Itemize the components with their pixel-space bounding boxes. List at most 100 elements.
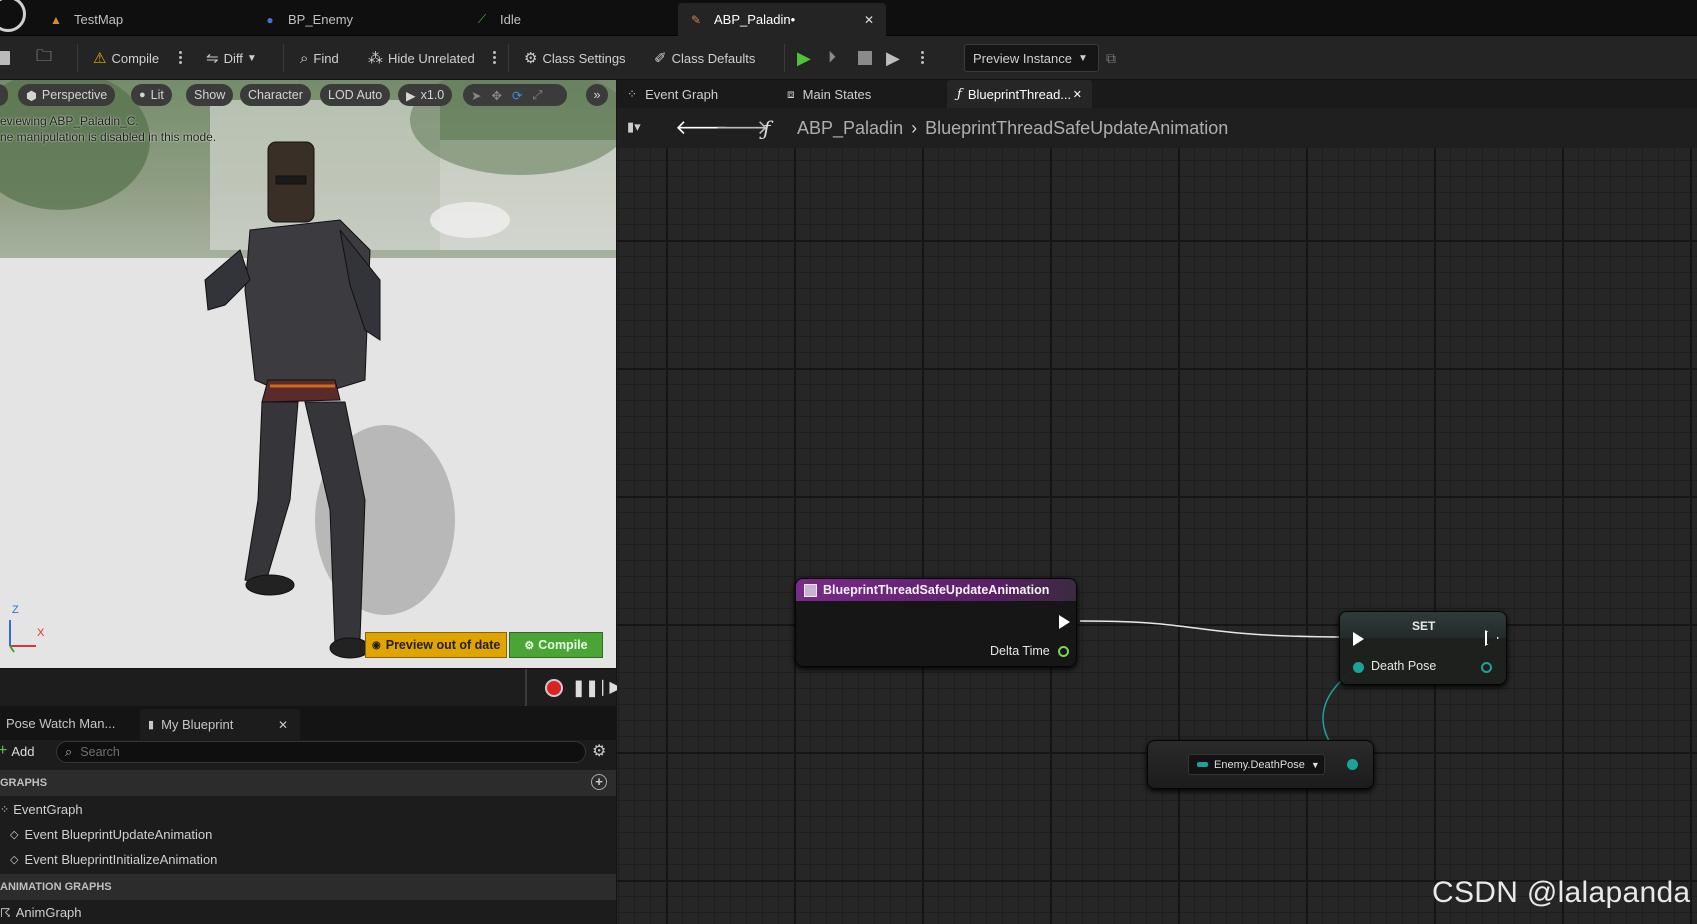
close-tab-icon[interactable]: ✕: [864, 13, 874, 27]
tab-main-states[interactable]: ⧈ Main States: [787, 80, 871, 108]
tab-pose-watch-label: Pose Watch Man...: [6, 715, 116, 731]
tree-item-update-animation[interactable]: ◇ Event BlueprintUpdateAnimation: [10, 827, 212, 842]
divider: [283, 44, 284, 72]
play-options-button[interactable]: ▶: [886, 44, 900, 72]
tab-bp-enemy[interactable]: ● BP_Enemy: [262, 3, 353, 36]
breadcrumb-root[interactable]: ABP_Paladin: [797, 118, 903, 139]
preview-out-of-date-label: Preview out of date: [385, 638, 501, 652]
tab-label: BP_Enemy: [288, 12, 354, 27]
exec-out-pin[interactable]: [1059, 615, 1070, 629]
compile-options-icon[interactable]: [177, 49, 183, 66]
perspective-button[interactable]: ⬢ Perspective: [18, 84, 116, 106]
step-button[interactable]: ⏵: [828, 44, 836, 72]
class-defaults-button[interactable]: ✐ Class Defaults: [654, 44, 755, 72]
hide-unrelated-label: Hide Unrelated: [388, 50, 475, 66]
class-settings-button[interactable]: ⚙ Class Settings: [524, 44, 626, 72]
axis-z-label: Z: [12, 604, 19, 616]
compile-gear-icon: ⚙: [524, 639, 535, 652]
death-pose-in-pin[interactable]: [1353, 662, 1364, 673]
play-menu-icon[interactable]: [919, 49, 925, 66]
graphs-section-header[interactable]: GRAPHS +: [0, 770, 616, 796]
expand-toolbar-icon[interactable]: »: [586, 84, 608, 106]
preview-viewport[interactable]: ⬢ Perspective ● Lit Show Character LOD A…: [0, 80, 616, 668]
property-access-node[interactable]: Enemy.DeathPose ▼: [1147, 740, 1374, 789]
tree-item-initialize-animation[interactable]: ◇ Event BlueprintInitializeAnimation: [10, 852, 217, 867]
viewport-info-line-2: ne manipulation is disabled in this mode…: [0, 130, 217, 144]
tab-pose-watch[interactable]: Pose Watch Man...: [6, 709, 115, 737]
level-icon: ▲: [50, 12, 62, 27]
animation-graphs-section-header[interactable]: ANIMATION GRAPHS: [0, 874, 616, 900]
preview-instance-dropdown[interactable]: Preview Instance ▼: [964, 44, 1099, 72]
select-tool-icon[interactable]: ➤: [471, 88, 481, 103]
debug-object-icon[interactable]: ⧉: [1106, 44, 1116, 72]
set-variable-node[interactable]: SET Death Pose: [1339, 611, 1507, 685]
forward-arrow-icon[interactable]: 🡒: [715, 115, 769, 140]
hide-unrelated-button[interactable]: ⁂ Hide Unrelated: [368, 44, 475, 72]
add-graph-icon[interactable]: +: [591, 774, 607, 790]
timeline-scrub-area[interactable]: [0, 669, 527, 706]
bookmark-icon[interactable]: ▮▾: [627, 119, 641, 135]
stop-button[interactable]: [858, 51, 872, 65]
breadcrumb: ABP_Paladin › BlueprintThreadSafeUpdateA…: [797, 108, 1228, 148]
close-tab-icon[interactable]: ✕: [1073, 88, 1082, 101]
preview-out-of-date-button[interactable]: ◉ Preview out of date: [365, 632, 508, 658]
more-options-icon[interactable]: [491, 49, 497, 66]
tree-item-eventgraph[interactable]: ⁘ EventGraph: [0, 802, 83, 817]
play-icon: ▶: [406, 88, 416, 103]
eye-icon: ◉: [372, 639, 381, 651]
tree-item-animgraph[interactable]: ☈ AnimGraph: [0, 905, 82, 920]
property-out-pin[interactable]: [1347, 759, 1358, 770]
find-button[interactable]: ⌕ Find: [300, 44, 339, 72]
tab-idle[interactable]: ⟋ Idle: [474, 3, 521, 36]
pose-variable-icon: [1197, 762, 1208, 767]
function-icon: ƒ: [763, 116, 771, 140]
diff-button[interactable]: ⇋ Diff ▼: [206, 44, 257, 72]
speed-label: x1.0: [420, 88, 445, 102]
unreal-logo-icon[interactable]: [0, 0, 26, 32]
playback-speed-button[interactable]: ▶ x1.0: [398, 84, 453, 106]
add-button[interactable]: + Add: [0, 740, 34, 762]
tab-my-blueprint-label: My Blueprint: [161, 717, 234, 732]
close-tab-icon[interactable]: ✕: [278, 718, 288, 732]
tab-my-blueprint[interactable]: ▮ My Blueprint ✕: [140, 709, 300, 740]
function-icon: ƒ: [957, 86, 962, 102]
function-entry-node[interactable]: BlueprintThreadSafeUpdateAnimation Delta…: [795, 578, 1077, 667]
viewport-info-line-1: eviewing ABP_Paladin_C.: [0, 114, 139, 128]
scale-tool-icon[interactable]: ⤢: [532, 88, 542, 103]
tab-testmap[interactable]: ▲ TestMap: [48, 3, 123, 36]
animation-graphs-header-label: ANIMATION GRAPHS: [0, 881, 112, 893]
lit-sphere-icon: ●: [139, 89, 146, 101]
property-path-dropdown[interactable]: Enemy.DeathPose ▼: [1188, 754, 1325, 775]
tab-abp-paladin[interactable]: ✎ ABP_Paladin• ✕: [678, 3, 886, 36]
character-button[interactable]: Character: [240, 84, 311, 106]
tree-item-label: AnimGraph: [15, 905, 82, 920]
divider: [508, 44, 509, 72]
tab-blueprint-thread[interactable]: ƒ BlueprintThread... ✕: [947, 80, 1092, 108]
browse-icon[interactable]: 🗀: [36, 44, 52, 72]
event-icon: ◇: [10, 854, 19, 866]
compile-button[interactable]: ⚠ Compile: [93, 44, 159, 72]
lit-button[interactable]: ● Lit: [131, 84, 172, 106]
panel-settings-gear-icon[interactable]: ⚙: [592, 741, 606, 761]
play-button[interactable]: ▶: [797, 44, 811, 72]
save-icon[interactable]: [0, 51, 10, 65]
record-button[interactable]: [545, 679, 563, 697]
show-button[interactable]: Show: [186, 84, 234, 106]
exec-in-pin[interactable]: [1353, 632, 1364, 646]
lod-button[interactable]: LOD Auto: [320, 84, 391, 106]
pause-button[interactable]: ❚❚: [572, 678, 599, 698]
rotate-tool-icon[interactable]: ⟳: [512, 88, 522, 103]
move-tool-icon[interactable]: ✥: [491, 88, 501, 103]
graph-editor[interactable]: ⁘ Event Graph ⧈ Main States ƒ BlueprintT…: [617, 80, 1697, 924]
search-icon: ⌕: [300, 49, 309, 67]
hide-unrelated-icon: ⁂: [368, 50, 383, 67]
death-pose-out-pin[interactable]: [1481, 662, 1492, 673]
axis-x-label: X: [37, 627, 45, 639]
graph-tab-strip: ⁘ Event Graph ⧈ Main States ƒ BlueprintT…: [617, 80, 1697, 108]
delta-time-pin[interactable]: [1058, 646, 1069, 657]
tree-item-label: EventGraph: [13, 802, 83, 817]
tab-event-graph[interactable]: ⁘ Event Graph: [627, 80, 718, 108]
viewport-compile-button[interactable]: ⚙ Compile: [509, 632, 603, 658]
document-tab-bar: ▲ TestMap ● BP_Enemy ⟋ Idle ✎ ABP_Paladi…: [0, 0, 1697, 36]
search-field[interactable]: ⌕ Search: [56, 741, 586, 763]
